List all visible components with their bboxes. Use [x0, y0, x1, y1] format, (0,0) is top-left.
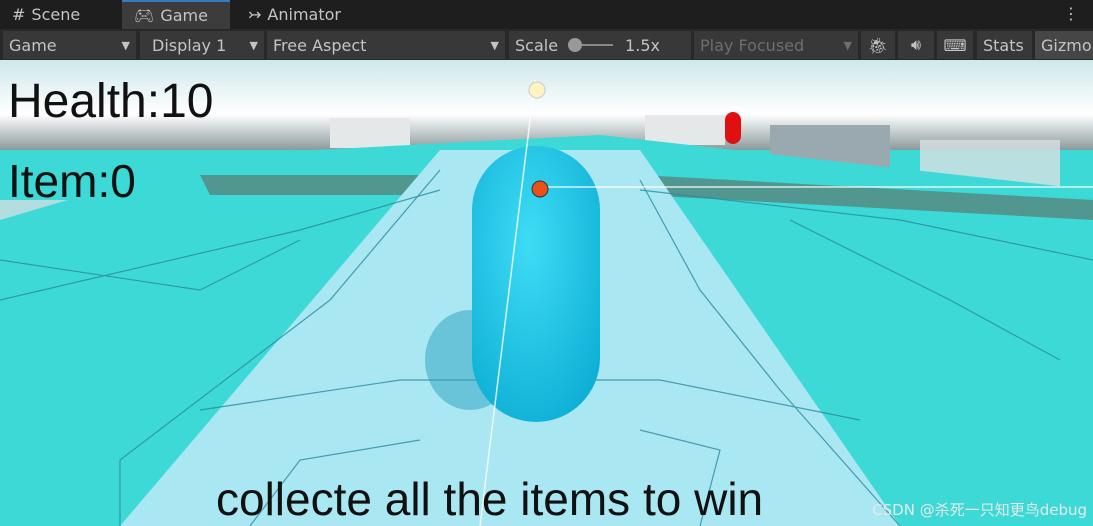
play-focused-dropdown[interactable]: Play Focused ▼ [694, 31, 858, 59]
speaker-icon: 🔊︎ [910, 35, 922, 54]
more-options-icon[interactable]: ⋮ [1063, 4, 1079, 23]
gizmos-button[interactable]: Gizmo [1035, 31, 1093, 59]
game-toolbar: Game ▼ Display 1 ▼ Free Aspect ▼ Scale 1.5x… [0, 29, 1093, 60]
tab-game[interactable]: 🎮︎ Game [122, 0, 230, 29]
game-scene [0, 60, 1093, 526]
gamepad-icon: 🎮︎ [134, 6, 155, 25]
keyboard-icon: ⌨ [943, 35, 967, 55]
display-dropdown[interactable]: Display 1 ▼ [140, 31, 264, 59]
bug-icon: 🐞︎ [867, 35, 889, 55]
mute-audio-button[interactable]: 🔊︎ [898, 31, 934, 59]
shortcuts-button[interactable]: ⌨ [937, 31, 973, 59]
tab-scene[interactable]: # Scene [0, 0, 118, 29]
animator-icon: ↣ [248, 5, 262, 24]
tab-bar: # Scene 🎮︎ Game ↣ Animator ⋮ [0, 0, 1093, 29]
mode-dropdown[interactable]: Game ▼ [3, 31, 136, 59]
hash-icon: # [12, 5, 26, 24]
chevron-down-icon: ▼ [121, 38, 130, 52]
objective-message: collecte all the items to win [216, 473, 764, 525]
chevron-down-icon: ▼ [490, 38, 499, 52]
camera-gizmo-icon [531, 180, 549, 198]
game-viewport[interactable]: Health:10 Item:0 collecte all the items … [0, 60, 1093, 526]
health-label: Health:10 [8, 75, 214, 128]
tab-animator[interactable]: ↣ Animator [236, 0, 356, 29]
stats-button[interactable]: Stats [977, 31, 1032, 59]
chevron-down-icon: ▼ [249, 38, 258, 52]
chevron-down-icon: ▼ [843, 38, 852, 52]
aspect-dropdown[interactable]: Free Aspect ▼ [267, 31, 505, 59]
item-label: Item:0 [8, 155, 136, 207]
sun-icon [528, 81, 546, 99]
scale-control: Scale 1.5x [509, 31, 691, 59]
scale-slider[interactable] [568, 38, 614, 52]
debug-button[interactable]: 🐞︎ [861, 31, 895, 59]
watermark: CSDN @杀死一只知更鸟debug [872, 501, 1087, 519]
red-item [725, 112, 741, 144]
